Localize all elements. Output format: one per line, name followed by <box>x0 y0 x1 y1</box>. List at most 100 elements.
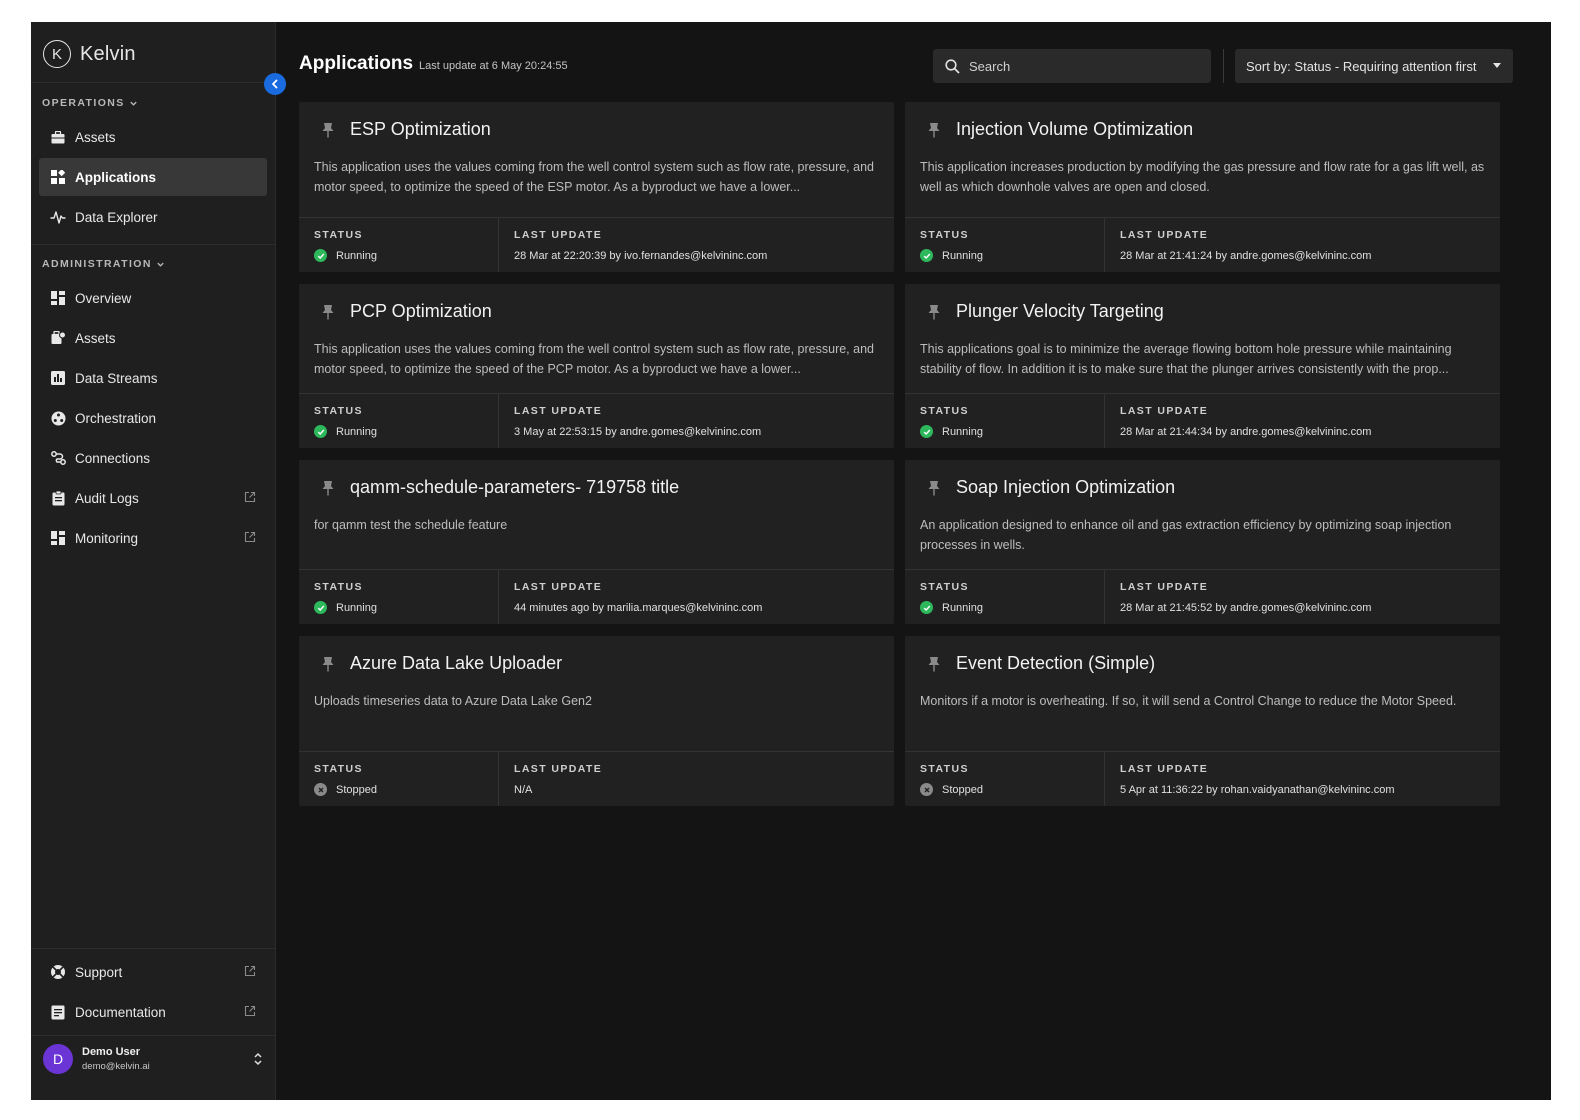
status-text: Running <box>942 249 983 262</box>
last-update-label: LAST UPDATE <box>514 229 603 241</box>
status-cell: STATUS Running <box>905 394 1105 448</box>
pin-icon[interactable] <box>927 480 941 496</box>
application-card[interactable]: Azure Data Lake Uploader Uploads timeser… <box>299 636 894 806</box>
application-card[interactable]: ESP Optimization This application uses t… <box>299 102 894 272</box>
section-administration[interactable]: ADMINISTRATION <box>42 258 165 270</box>
app-window: K Kelvin OPERATIONS Assets Applications … <box>31 22 1551 1100</box>
card-title[interactable]: Injection Volume Optimization <box>956 119 1193 140</box>
application-card[interactable]: qamm-schedule-parameters- 719758 title f… <box>299 460 894 624</box>
sidebar-item-support[interactable]: Support <box>39 953 267 991</box>
pin-icon[interactable] <box>321 304 335 320</box>
apps-icon <box>50 169 66 185</box>
check-circle-icon <box>920 249 933 262</box>
check-circle-icon <box>314 249 327 262</box>
sidebar-item-label: Connections <box>75 450 151 466</box>
card-title[interactable]: Soap Injection Optimization <box>956 477 1175 498</box>
sidebar-divider <box>31 1035 276 1036</box>
card-description: This application increases production by… <box>920 160 1485 194</box>
status-text: Running <box>336 425 377 438</box>
sidebar: K Kelvin OPERATIONS Assets Applications … <box>31 22 286 1100</box>
sidebar-item-monitoring[interactable]: Monitoring <box>39 519 267 557</box>
pin-icon[interactable] <box>927 656 941 672</box>
sidebar-item-orchestration[interactable]: Orchestration <box>39 399 267 437</box>
sort-dropdown[interactable]: Sort by: Status - Requiring attention fi… <box>1235 49 1513 83</box>
card-title[interactable]: Azure Data Lake Uploader <box>350 653 562 674</box>
application-card[interactable]: PCP Optimization This application uses t… <box>299 284 894 448</box>
sidebar-item-applications[interactable]: Applications <box>39 158 267 196</box>
check-circle-icon <box>920 601 933 614</box>
sidebar-item-label: Overview <box>75 290 132 306</box>
sidebar-item-assets[interactable]: Assets <box>39 118 267 156</box>
application-card[interactable]: Injection Volume Optimization This appli… <box>905 102 1500 272</box>
card-description: This applications goal is to minimize th… <box>920 342 1452 376</box>
sidebar-item-label: Support <box>75 964 123 980</box>
pin-icon[interactable] <box>321 656 335 672</box>
last-update-value: 44 minutes ago by marilia.marques@kelvin… <box>514 602 763 614</box>
status-cell: STATUS Running <box>905 218 1105 272</box>
card-title[interactable]: Plunger Velocity Targeting <box>956 301 1164 322</box>
briefcase-icon <box>50 129 66 145</box>
external-link-icon <box>244 531 256 543</box>
sidebar-item-label: Data Streams <box>75 370 158 386</box>
pin-icon[interactable] <box>927 304 941 320</box>
chevron-up-down-icon[interactable] <box>253 1051 263 1067</box>
card-footer: STATUS Running LAST UPDATE 44 minutes ag… <box>299 569 894 624</box>
logo[interactable]: K Kelvin <box>43 38 136 70</box>
sidebar-item-label: Documentation <box>75 1004 166 1020</box>
card-title[interactable]: ESP Optimization <box>350 119 491 140</box>
pin-icon[interactable] <box>927 122 941 138</box>
bar-chart-icon <box>50 370 66 386</box>
external-link-icon <box>244 1005 256 1017</box>
last-update-label: LAST UPDATE <box>514 405 603 417</box>
card-title[interactable]: Event Detection (Simple) <box>956 653 1155 674</box>
sidebar-item-data-streams[interactable]: Data Streams <box>39 359 267 397</box>
x-circle-icon <box>920 783 933 796</box>
status-text: Running <box>942 601 983 614</box>
sidebar-item-documentation[interactable]: Documentation <box>39 993 267 1031</box>
card-description: Monitors if a motor is overheating. If s… <box>920 694 1457 708</box>
card-title[interactable]: PCP Optimization <box>350 301 492 322</box>
sidebar-item-connections[interactable]: Connections <box>39 439 267 477</box>
status-badge: Running <box>314 601 377 614</box>
sort-label: Sort by: Status - Requiring attention fi… <box>1246 58 1477 74</box>
status-label: STATUS <box>920 229 969 241</box>
caret-down-icon <box>1493 63 1501 68</box>
status-badge: Running <box>920 601 983 614</box>
user-name: Demo User <box>82 1046 141 1058</box>
check-circle-icon <box>314 601 327 614</box>
user-menu[interactable]: D Demo User demo@kelvin.ai <box>43 1044 263 1074</box>
status-badge: Running <box>920 249 983 262</box>
application-card[interactable]: Plunger Velocity Targeting This applicat… <box>905 284 1500 448</box>
status-badge: Stopped <box>314 783 377 796</box>
application-card[interactable]: Soap Injection Optimization An applicati… <box>905 460 1500 624</box>
sidebar-item-audit-logs[interactable]: Audit Logs <box>39 479 267 517</box>
search-box[interactable] <box>933 49 1211 83</box>
card-footer: STATUS Running LAST UPDATE 28 Mar at 21:… <box>905 217 1500 272</box>
status-label: STATUS <box>920 581 969 593</box>
section-operations[interactable]: OPERATIONS <box>42 97 138 109</box>
status-text: Running <box>942 425 983 438</box>
external-link-icon <box>244 965 256 977</box>
application-card[interactable]: Event Detection (Simple) Monitors if a m… <box>905 636 1500 806</box>
search-input[interactable] <box>967 57 1191 75</box>
pin-icon[interactable] <box>321 480 335 496</box>
last-update-text: Last update at 6 May 20:24:55 <box>419 60 568 72</box>
sidebar-item-overview[interactable]: Overview <box>39 279 267 317</box>
status-label: STATUS <box>920 763 969 775</box>
main-content: Applications Last update at 6 May 20:24:… <box>276 22 1551 1100</box>
status-label: STATUS <box>920 405 969 417</box>
pin-icon[interactable] <box>321 122 335 138</box>
collapse-sidebar-button[interactable] <box>264 73 286 95</box>
avatar: D <box>43 1044 73 1074</box>
card-description: This application uses the values coming … <box>314 342 874 376</box>
connections-icon <box>50 450 66 466</box>
lifebuoy-icon <box>50 964 66 980</box>
sidebar-item-label: Orchestration <box>75 410 157 426</box>
sidebar-item-admin-assets[interactable]: Assets <box>39 319 267 357</box>
card-title[interactable]: qamm-schedule-parameters- 719758 title <box>350 477 679 498</box>
sidebar-item-data-explorer[interactable]: Data Explorer <box>39 198 267 236</box>
orchestration-icon <box>50 410 66 426</box>
last-update-value: 28 Mar at 21:44:34 by andre.gomes@kelvin… <box>1120 426 1372 438</box>
status-cell: STATUS Running <box>299 394 499 448</box>
sidebar-divider <box>31 244 276 245</box>
